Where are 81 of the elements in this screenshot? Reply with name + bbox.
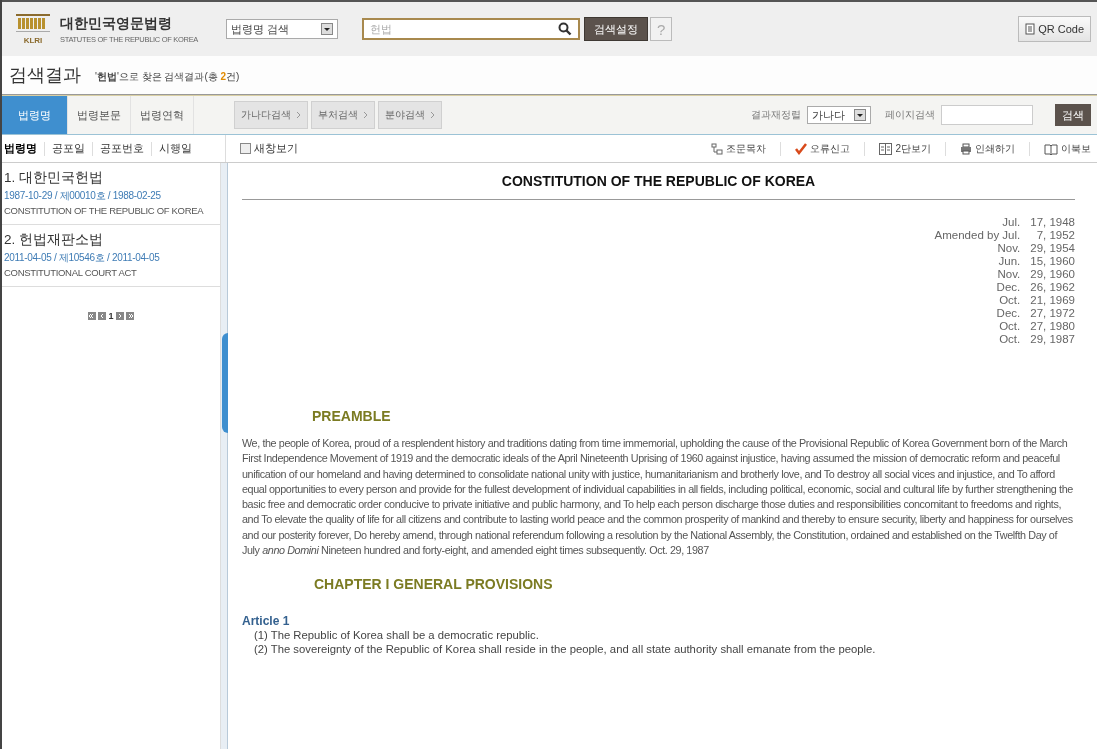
first-page-icon[interactable]: [88, 312, 97, 320]
search-value: 헌법: [370, 21, 394, 37]
sort-label: 결과재정렬: [751, 108, 801, 122]
date-day-year: 26, 1962: [1030, 281, 1075, 294]
date-day-year: 29, 1960: [1030, 268, 1075, 281]
article-heading: Article 1: [242, 614, 291, 629]
previous-page-icon[interactable]: [98, 312, 107, 320]
toolbar-button[interactable]: 이북보: [1038, 141, 1097, 156]
result-title[interactable]: 1. 대한민국헌법: [4, 169, 218, 187]
date-month: Jun.: [997, 255, 1021, 268]
date-day-year: 7, 1952: [1035, 229, 1075, 242]
sort-link[interactable]: 공포일: [52, 141, 85, 156]
last-page-icon[interactable]: [125, 312, 134, 320]
next-page-icon[interactable]: [115, 312, 124, 320]
date-day-year: 27, 1972: [1030, 307, 1075, 320]
toolbar-button[interactable]: 조문목차: [705, 141, 773, 156]
filter-button[interactable]: 부처검색: [311, 101, 375, 129]
results-summary: '헌법'으로 찾은 검색결과(총 2건): [95, 70, 240, 84]
preamble-paragraph: We, the people of Korea, proud of a resplendent history and traditions dating from time immemorial, upholding the cause of the Provisional Republic of Korea Government born of the March First Independence Movement of 1919 and the democratic ideals of the April Nineteenth Uprising of 1960 against injustice, having assumed the mission of democratic reform and peaceful unification of our homeland and having determined to consolidate national unity with justice, humanitarianism and brotherly love, and To destroy all social vices and injustice, and To afford equal opportunities to every person and provide for the fullest development of individual capabilities in all fields, including political, economic, social and cultural life by further strengthening the basic free and democratic order conducive to private initiative and public harmony, and To help each person discharge those duties and responsibilities concomitant to freedoms and rights, and To elevate the quality of life for all citizens and contribute to lasting world peace and the common prosperity of mankind and thereby to ensure security, liberty and happiness for ourselves and our posterity forever, Do hereby amend, through national referendum following a resolution by the National Assembly, the Constitution, ordained and established on the Twelfth Day of July anno Domini Nineteen hundred and forty-eight, and amended eight times subsequently. Oct. 29, 1987: [242, 436, 1074, 559]
date-month: Nov.: [996, 268, 1021, 281]
page-search-field[interactable]: [941, 105, 1033, 125]
print-icon: [960, 142, 972, 155]
logo-abbreviation: KLRI: [23, 37, 43, 44]
book-icon: [1044, 142, 1058, 155]
qr-code-button[interactable]: QR Code: [1018, 16, 1091, 42]
search-type-dropdown[interactable]: 법령명 검색: [226, 19, 339, 39]
toolbar-button[interactable]: 오류신고: [789, 141, 857, 156]
date-day-year: 29, 1987: [1030, 333, 1075, 346]
tab[interactable]: 법령연혁: [131, 96, 194, 134]
date-day-year: 27, 1980: [1030, 320, 1075, 333]
date-month: Dec.: [995, 281, 1021, 294]
document-icon: [1025, 23, 1036, 35]
page-title: 검색결과: [9, 64, 81, 87]
tree-icon: [711, 142, 724, 155]
result-meta: 2011-04-05 / 제10546호 / 2011-04-05: [4, 251, 161, 265]
date-day-year: 15, 1960: [1030, 255, 1075, 268]
result-english-title: CONSTITUTION OF THE REPUBLIC OF KOREA: [4, 205, 205, 216]
date-month: Oct.: [998, 333, 1021, 346]
filter-button[interactable]: 분야검색: [378, 101, 442, 129]
sort-link[interactable]: 시행일: [159, 141, 192, 156]
date-day-year: 17, 1948: [1030, 216, 1075, 229]
result-title[interactable]: 2. 헌법재판소법: [4, 231, 218, 249]
tab[interactable]: 법령본문: [68, 96, 131, 134]
collapse-handle[interactable]: [222, 333, 228, 433]
result-meta: 1987-10-29 / 제00010호 / 1988-02-25: [4, 189, 162, 203]
chevron-right-icon: [430, 111, 435, 119]
date-month: Dec.: [995, 307, 1021, 320]
date-month: Amended by Jul.: [934, 229, 1021, 242]
sort-link[interactable]: 공포번호: [100, 141, 144, 156]
result-item[interactable]: 1. 대한민국헌법 1987-10-29 / 제00010호 / 1988-02-25 CONSTITUTION OF THE REPUBLIC OF KOREA: [2, 163, 220, 225]
checkbox-label[interactable]: 새창보기: [254, 141, 298, 156]
article-clause: (1) The Republic of Korea shall be a democratic republic.: [254, 629, 540, 643]
section-heading: PREAMBLE: [312, 408, 392, 424]
checkmark-icon: [795, 142, 808, 155]
toolbar-button[interactable]: 인쇄하기: [954, 141, 1021, 156]
page-search-label: 페이지검색: [885, 108, 935, 122]
date-day-year: 21, 1969: [1030, 294, 1075, 307]
article-clause: (2) The sovereignty of the Republic of Korea shall reside in the people, and all state authority shall emanate from the people.: [254, 643, 877, 657]
page-number[interactable]: 1: [108, 311, 114, 321]
date-month: Jul.: [1001, 216, 1021, 229]
columns-icon: [879, 142, 893, 155]
document-title: CONSTITUTION OF THE REPUBLIC OF KOREA: [242, 173, 1075, 200]
result-english-title: CONSTITUTIONAL COURT ACT: [4, 267, 138, 278]
sort-dropdown[interactable]: 가나다: [807, 106, 871, 124]
date-month: Nov.: [996, 242, 1021, 255]
date-day-year: 29, 1954: [1030, 242, 1075, 255]
chevron-right-icon: [296, 111, 301, 119]
search-icon: [558, 22, 573, 36]
search-settings-button[interactable]: 검색설정: [584, 17, 649, 41]
date-month: Oct.: [998, 294, 1021, 307]
result-item[interactable]: 2. 헌법재판소법 2011-04-05 / 제10546호 / 2011-04-05 CONSTITUTIONAL COURT ACT: [2, 225, 220, 287]
toolbar-button[interactable]: 2단보기: [873, 141, 937, 156]
splitter[interactable]: [221, 163, 228, 749]
filter-button[interactable]: 가나다검색: [234, 101, 308, 129]
sort-link[interactable]: 법령명: [4, 141, 37, 156]
site-title[interactable]: 대한민국영문법령: [60, 14, 199, 33]
search-button[interactable]: 검색: [1055, 104, 1091, 126]
chapter-heading: CHAPTER I GENERAL PROVISIONS: [314, 576, 554, 593]
checkbox[interactable]: [240, 143, 251, 154]
date-month: Oct.: [998, 320, 1021, 333]
chevron-right-icon: [363, 111, 368, 119]
